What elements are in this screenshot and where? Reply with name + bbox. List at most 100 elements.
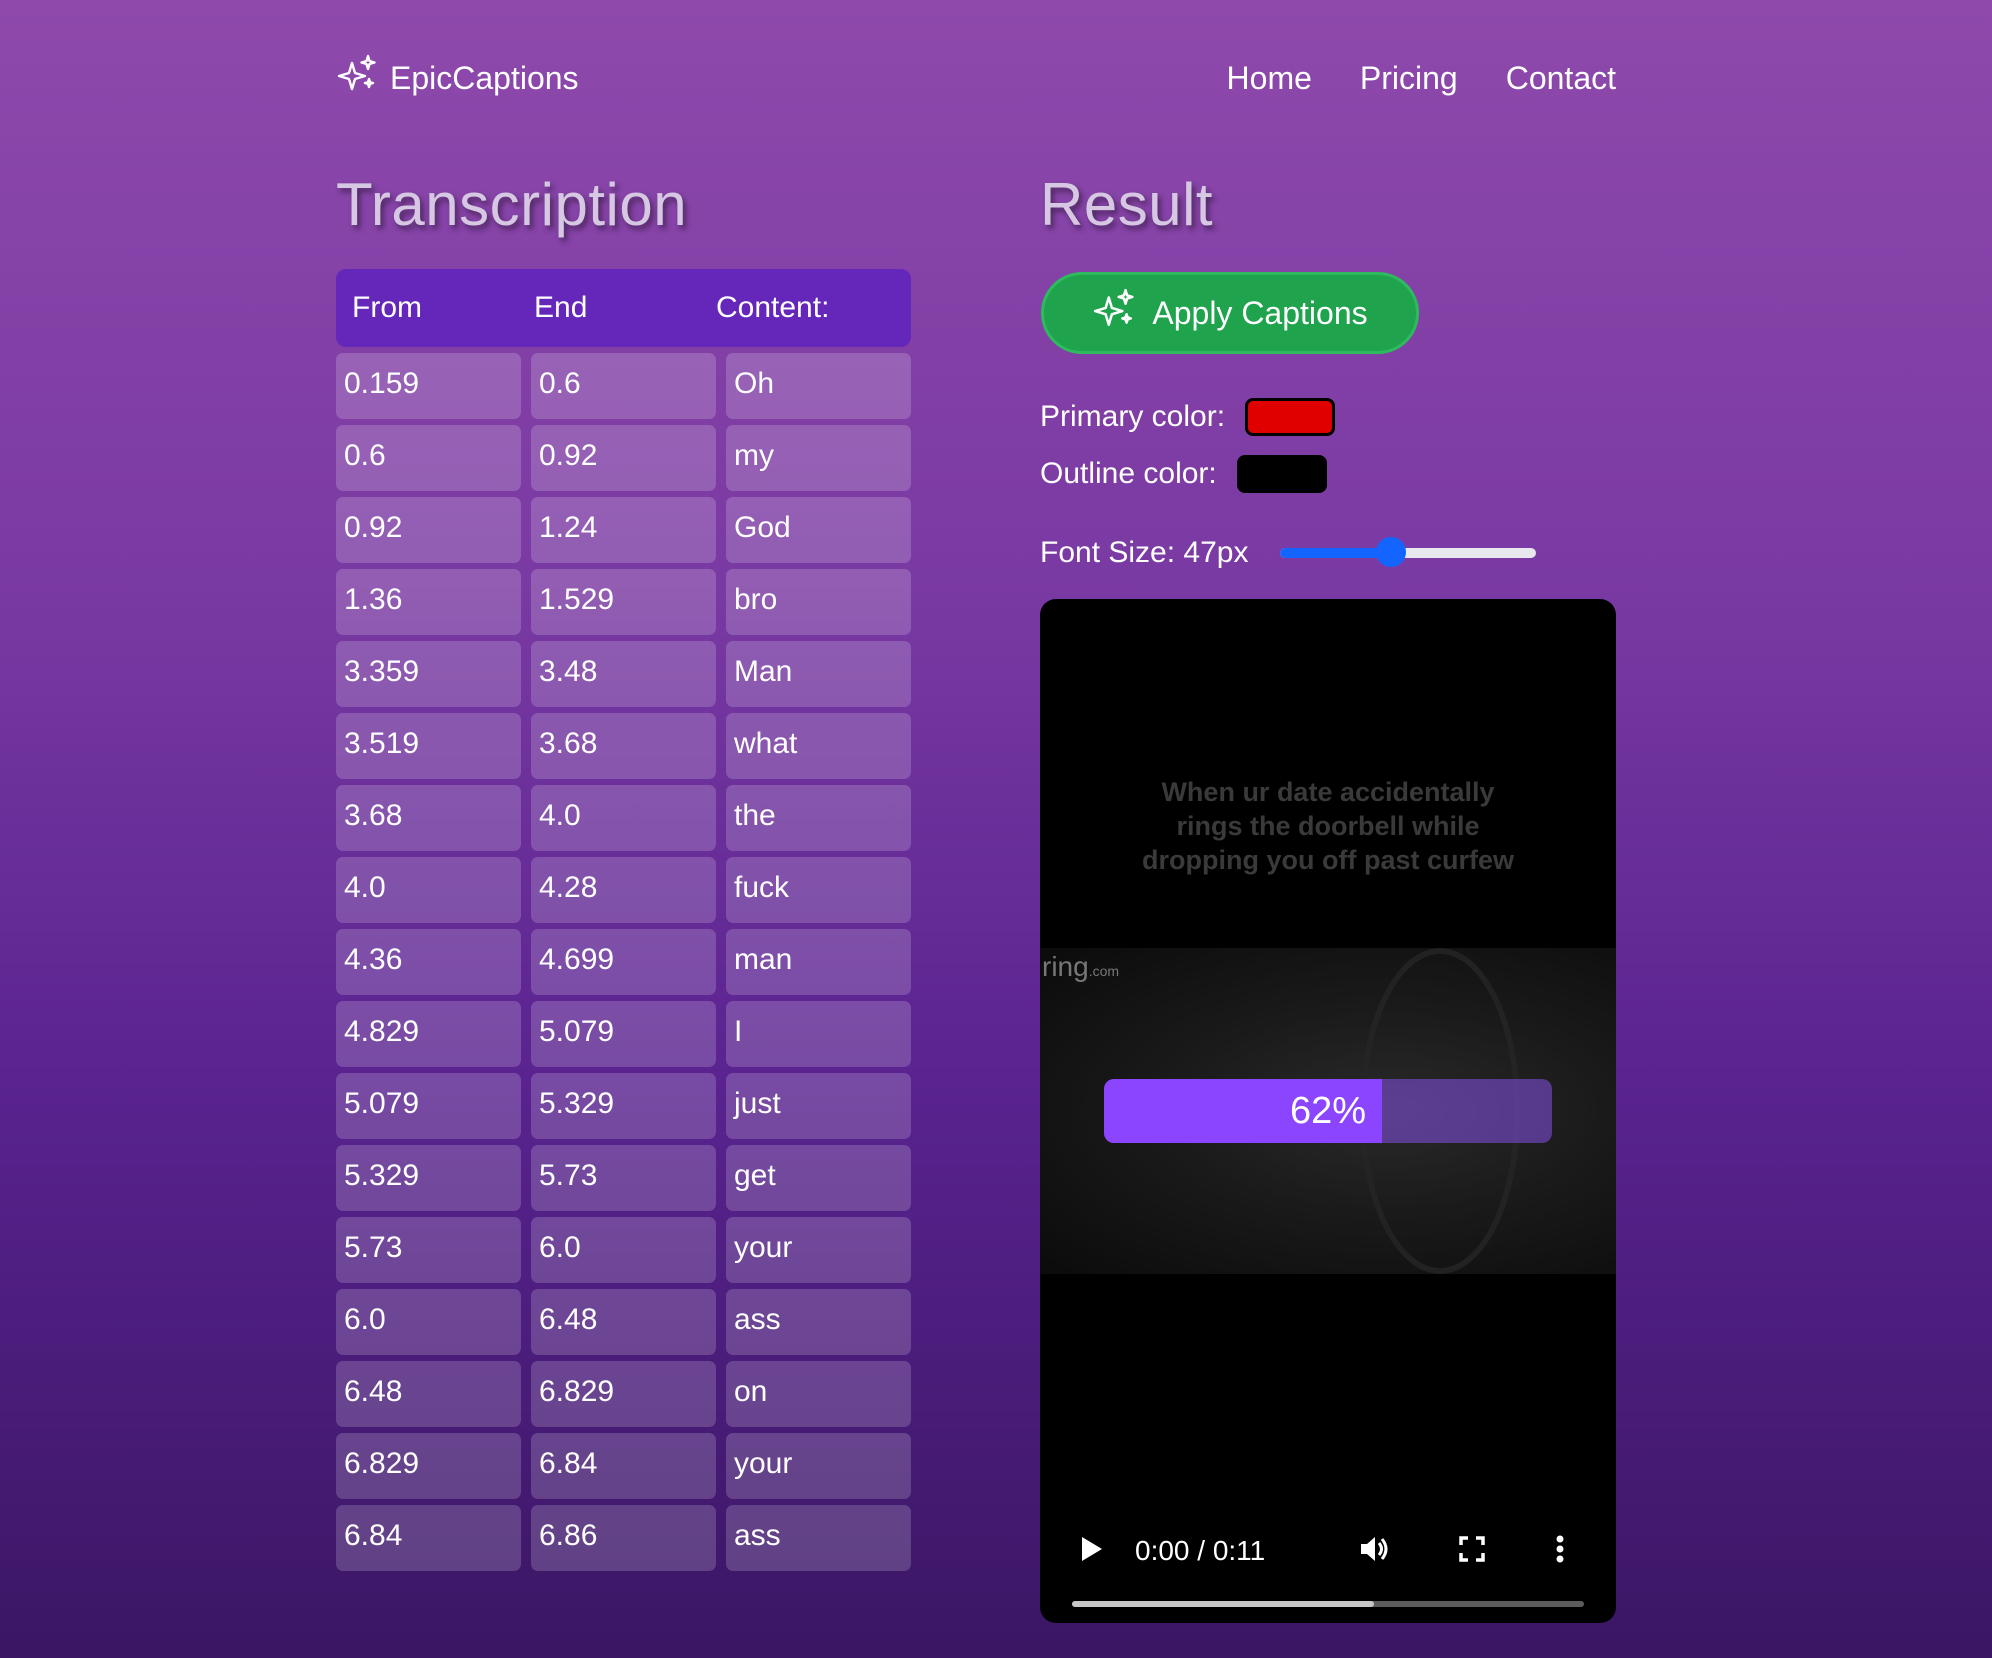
brand-name: EpicCaptions [390,59,579,96]
cell-from-input[interactable]: 3.359 [336,641,521,707]
table-row: 4.36 4.699 man [336,929,911,995]
processing-progress: 62% [1104,1079,1552,1143]
table-row: 6.48 6.829 on [336,1361,911,1427]
cell-content-input[interactable]: Man [726,641,911,707]
time-display: 0:00 / 0:11 [1135,1535,1266,1566]
cell-from-input[interactable]: 6.84 [336,1505,521,1571]
cell-content-input[interactable]: Oh [726,353,911,419]
table-body: 0.159 0.6 Oh 0.6 0.92 my 0.92 1.24 God 1.36 1.529 b… [336,353,911,1571]
volume-icon[interactable] [1356,1531,1392,1572]
play-icon[interactable] [1076,1531,1106,1572]
table-row: 5.329 5.73 get [336,1145,911,1211]
primary-color-picker[interactable] [1245,398,1336,436]
table-row: 4.0 4.28 fuck [336,857,911,923]
table-row: 6.84 6.86 ass [336,1505,911,1571]
transcription-title: Transcription [336,171,688,238]
transcription-table: From End Content: 0.159 0.6 Oh 0.6 0.92 my 0.9… [336,269,911,1571]
video-player[interactable]: When ur date accidentally rings the door… [1040,599,1616,1623]
cell-from-input[interactable]: 5.329 [336,1145,521,1211]
scrubber-buffered [1072,1601,1375,1607]
cell-content-input[interactable]: I [726,1001,911,1067]
sparkles-icon [336,53,378,103]
navbar: EpicCaptions Home Pricing Contact [336,52,1616,104]
cell-from-input[interactable]: 0.6 [336,425,521,491]
cell-end-input[interactable]: 4.28 [531,857,716,923]
video-controls: 0:00 / 0:11 [1040,1483,1616,1623]
video-scrubber[interactable] [1072,1601,1584,1607]
cell-end-input[interactable]: 4.699 [531,929,716,995]
cell-content-input[interactable]: man [726,929,911,995]
nav-link-pricing[interactable]: Pricing [1360,60,1458,97]
cell-from-input[interactable]: 6.48 [336,1361,521,1427]
cell-content-input[interactable]: get [726,1145,911,1211]
cell-end-input[interactable]: 1.529 [531,569,716,635]
nav-link-contact[interactable]: Contact [1506,60,1616,97]
cell-end-input[interactable]: 3.68 [531,713,716,779]
cell-end-input[interactable]: 4.0 [531,785,716,851]
cell-content-input[interactable]: the [726,785,911,851]
cell-from-input[interactable]: 3.68 [336,785,521,851]
cell-end-input[interactable]: 0.6 [531,353,716,419]
cell-from-input[interactable]: 4.0 [336,857,521,923]
cell-content-input[interactable]: what [726,713,911,779]
cell-end-input[interactable]: 6.829 [531,1361,716,1427]
table-row: 6.829 6.84 your [336,1433,911,1499]
cell-from-input[interactable]: 3.519 [336,713,521,779]
cell-end-input[interactable]: 5.329 [531,1073,716,1139]
table-row: 0.159 0.6 Oh [336,353,911,419]
slider-thumb[interactable] [1375,537,1406,567]
nav-link-home[interactable]: Home [1227,60,1312,97]
fullscreen-icon[interactable] [1454,1531,1490,1572]
table-row: 3.68 4.0 the [336,785,911,851]
cell-end-input[interactable]: 6.48 [531,1289,716,1355]
cell-content-input[interactable]: my [726,425,911,491]
cell-from-input[interactable]: 0.159 [336,353,521,419]
cell-content-input[interactable]: fuck [726,857,911,923]
cell-from-input[interactable]: 1.36 [336,569,521,635]
cell-end-input[interactable]: 0.92 [531,425,716,491]
cell-end-input[interactable]: 1.24 [531,497,716,563]
cell-end-input[interactable]: 3.48 [531,641,716,707]
cell-from-input[interactable]: 5.73 [336,1217,521,1283]
cell-content-input[interactable]: just [726,1073,911,1139]
cell-content-input[interactable]: ass [726,1289,911,1355]
sparkles-icon [1092,287,1136,339]
cell-content-input[interactable]: God [726,497,911,563]
cell-end-input[interactable]: 5.73 [531,1145,716,1211]
cell-from-input[interactable]: 4.829 [336,1001,521,1067]
table-row: 5.73 6.0 your [336,1217,911,1283]
cell-end-input[interactable]: 6.84 [531,1433,716,1499]
outline-color-picker[interactable] [1236,455,1327,493]
header-content: Content: [716,291,830,324]
cell-content-input[interactable]: your [726,1217,911,1283]
cell-content-input[interactable]: ass [726,1505,911,1571]
table-row: 5.079 5.329 just [336,1073,911,1139]
ring-watermark-text: ring [1042,951,1089,982]
progress-label: 62% [1289,1089,1367,1132]
cell-end-input[interactable]: 5.079 [531,1001,716,1067]
nav-links: Home Pricing Contact [1227,60,1616,97]
cell-end-input[interactable]: 6.0 [531,1217,716,1283]
cell-from-input[interactable]: 5.079 [336,1073,521,1139]
cell-content-input[interactable]: bro [726,569,911,635]
cell-content-input[interactable]: your [726,1433,911,1499]
table-row: 1.36 1.529 bro [336,569,911,635]
cell-from-input[interactable]: 6.0 [336,1289,521,1355]
ring-watermark-suffix: .com [1088,963,1120,979]
table-row: 4.829 5.079 I [336,1001,911,1067]
header-end: End [534,291,588,324]
more-vertical-icon[interactable] [1550,1531,1570,1572]
cell-content-input[interactable]: on [726,1361,911,1427]
cell-from-input[interactable]: 6.829 [336,1433,521,1499]
cell-from-input[interactable]: 4.36 [336,929,521,995]
result-title: Result [1040,171,1214,238]
brand-logo[interactable]: EpicCaptions [336,53,579,103]
slider-fill [1280,548,1391,558]
cell-from-input[interactable]: 0.92 [336,497,521,563]
apply-captions-button[interactable]: Apply Captions [1041,272,1419,354]
primary-color-row: Primary color: [1040,398,1336,436]
header-from: From [352,291,422,324]
ring-watermark: ring.com [1042,951,1119,983]
font-size-slider[interactable] [1280,537,1537,567]
cell-end-input[interactable]: 6.86 [531,1505,716,1571]
